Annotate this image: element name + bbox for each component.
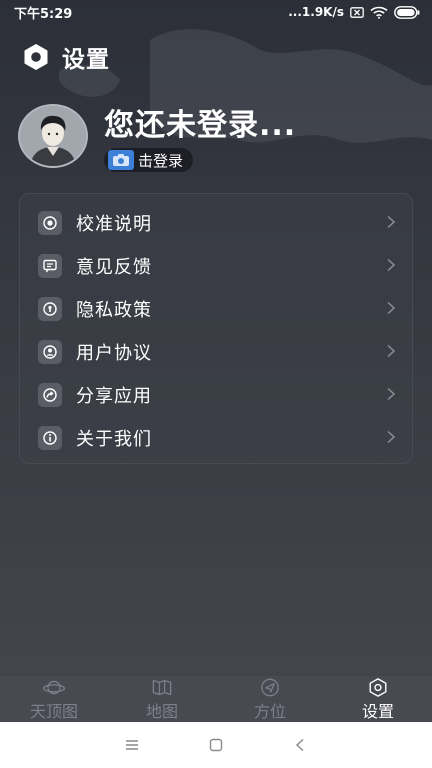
wifi-icon [370,6,388,19]
lock-shield-icon [38,296,62,321]
status-time: 下午5:29 [14,6,73,22]
menu-item-feedback[interactable]: 意见反馈 [20,244,414,287]
sim-off-icon [350,6,364,18]
tab-label: 天顶图 [29,702,78,721]
page-title: 设置 [62,47,110,73]
battery-icon [394,5,420,19]
info-icon [38,425,62,450]
eye-target-icon [38,210,62,235]
page-header: 设置 [22,40,110,74]
menu-item-label: 分享应用 [76,385,152,407]
settings-menu: 校准说明 意见反馈 隐私政策 用户协议 分享应用 关于我们 [19,193,413,464]
back-icon [295,738,304,752]
menu-item-label: 校准说明 [76,213,152,235]
message-icon [38,253,62,278]
tab-zenith[interactable]: 天顶图 [0,676,108,722]
menu-item-privacy[interactable]: 隐私政策 [20,287,414,330]
avatar-portrait [20,106,86,166]
tab-label: 设置 [361,702,394,721]
menu-item-share[interactable]: 分享应用 [20,373,414,416]
login-button-label: 击登录 [138,151,184,170]
menu-item-label: 用户协议 [76,342,152,364]
back-button[interactable] [288,733,312,757]
system-navigation-bar [0,722,432,768]
recent-apps-button[interactable] [120,733,144,757]
tab-map[interactable]: 地图 [108,676,216,722]
tab-label: 方位 [253,702,286,721]
chevron-right-icon [387,301,396,315]
home-button[interactable] [204,733,228,757]
camera-sticker-icon [108,150,134,170]
compass-arrow-icon [261,678,279,697]
avatar[interactable] [18,104,88,168]
menu-item-calibration[interactable]: 校准说明 [20,201,414,244]
chevron-right-icon [387,344,396,358]
chevron-right-icon [387,430,396,444]
hexagon-gear-icon [24,44,48,70]
chevron-right-icon [387,258,396,272]
menu-icon [126,740,138,750]
tab-settings[interactable]: 设置 [324,676,432,722]
menu-item-user-agreement[interactable]: 用户协议 [20,330,414,373]
planet-icon [42,680,66,695]
user-icon [38,339,62,364]
bottom-nav: 天顶图 地图 方位 设置 [0,676,432,722]
app-screen: 下午5:29 ...1.9K/s 设置 您还未登录... 击登录 校准说明 意见… [0,0,432,722]
map-icon [152,679,172,696]
network-speed: ...1.9K/s [288,5,344,19]
login-button[interactable]: 击登录 [104,148,194,172]
hexagon-settings-icon [369,678,387,697]
status-icons: ...1.9K/s [288,5,420,19]
chevron-right-icon [387,215,396,229]
login-status-title: 您还未登录... [104,108,297,143]
chevron-right-icon [387,387,396,401]
menu-item-about[interactable]: 关于我们 [20,416,414,459]
share-icon [38,382,62,407]
menu-item-label: 关于我们 [76,428,152,450]
home-square-icon [209,738,223,752]
menu-item-label: 隐私政策 [76,299,152,321]
tab-label: 地图 [145,702,178,721]
status-bar: 下午5:29 ...1.9K/s [0,0,432,24]
tab-direction[interactable]: 方位 [216,676,324,722]
menu-item-label: 意见反馈 [76,256,152,278]
